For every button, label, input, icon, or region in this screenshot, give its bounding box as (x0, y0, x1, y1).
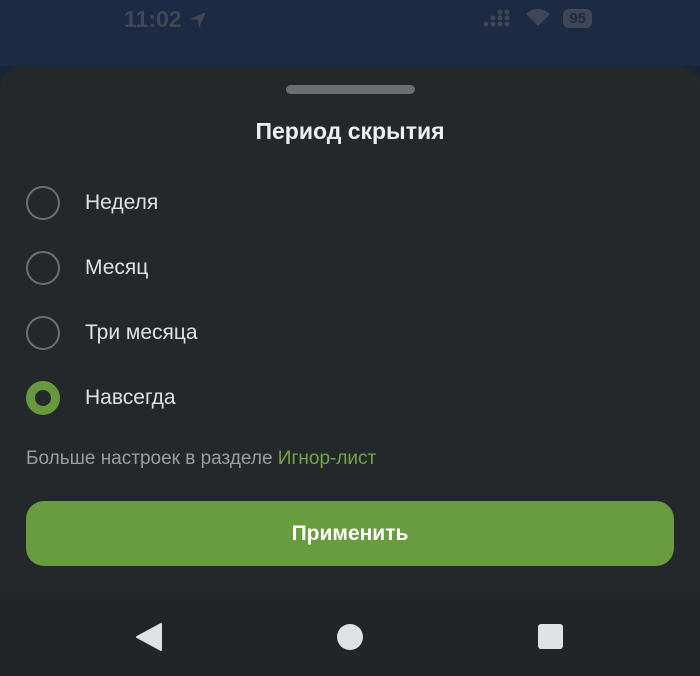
hide-period-sheet: Период скрытия Неделя Месяц Три месяца Н… (0, 66, 700, 598)
location-arrow-icon (189, 11, 206, 28)
apply-button[interactable]: Применить (26, 501, 674, 566)
option-three-months[interactable]: Три месяца (26, 311, 666, 355)
option-label: Неделя (85, 191, 159, 214)
radio-week[interactable] (26, 186, 60, 220)
status-time-group: 11:02 (124, 6, 208, 33)
status-bar: 11:02 95 (0, 0, 700, 66)
settings-hint-text: Больше настроек в разделе (26, 448, 278, 469)
battery-icon: 95 (563, 8, 592, 28)
option-label: Три месяца (85, 321, 198, 344)
sheet-title: Период скрытия (255, 118, 445, 144)
option-week[interactable]: Неделя (26, 181, 666, 225)
wifi-icon (526, 9, 551, 26)
option-label: Месяц (85, 256, 149, 279)
recent-apps-icon[interactable] (536, 622, 566, 652)
ignore-list-link[interactable]: Игнор-лист (278, 448, 376, 469)
status-time: 11:02 (124, 6, 182, 32)
sheet-drag-handle[interactable] (286, 85, 415, 94)
option-label: Навсегда (85, 386, 176, 409)
option-forever[interactable]: Навсегда (26, 376, 666, 420)
radio-month[interactable] (26, 251, 60, 285)
status-icons: 95 (483, 8, 592, 28)
home-icon[interactable] (335, 622, 365, 652)
settings-hint: Больше настроек в разделе Игнор-лист (26, 448, 376, 470)
signal-icon (483, 9, 510, 27)
radio-forever-selected[interactable] (26, 381, 60, 415)
navigation-bar (0, 598, 700, 676)
radio-three-months[interactable] (26, 316, 60, 350)
option-month[interactable]: Месяц (26, 246, 666, 290)
back-icon[interactable] (134, 622, 164, 652)
screen: 11:02 95 Период скрытия Неделя Месяц Три… (0, 0, 700, 676)
